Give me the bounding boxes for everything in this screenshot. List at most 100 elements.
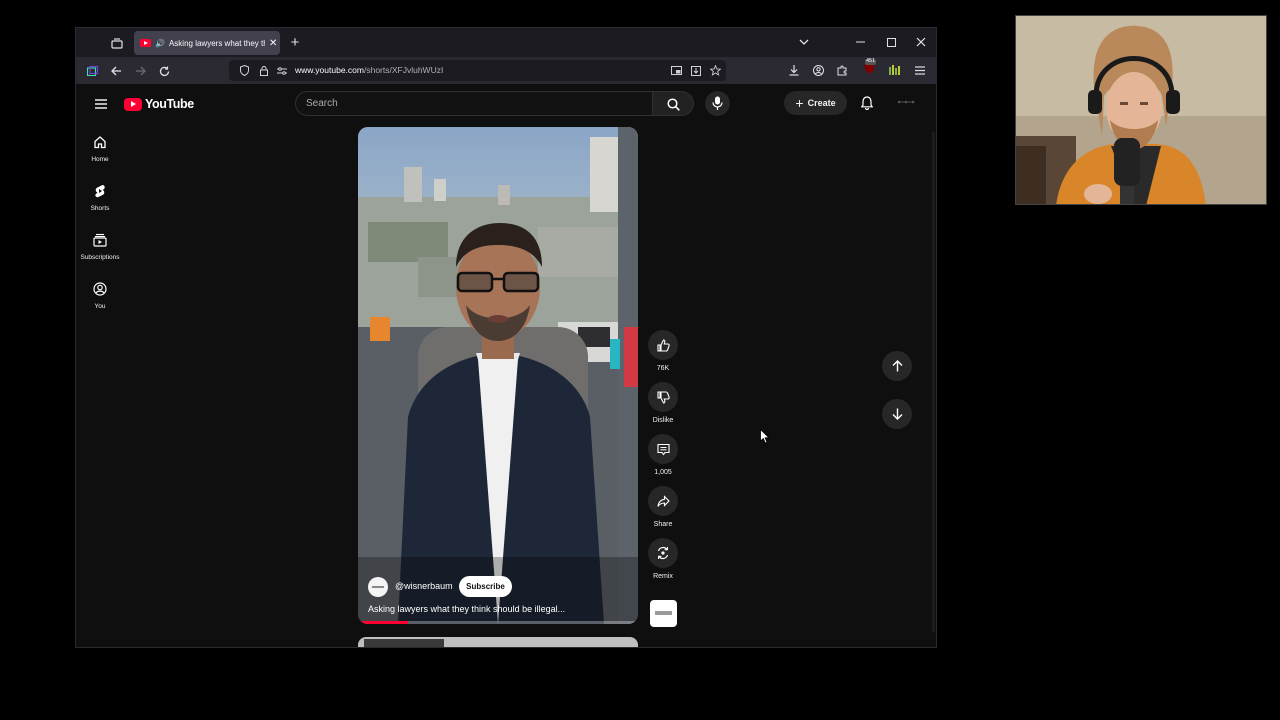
webcam-feed	[1016, 16, 1266, 204]
sound-thumbnail-logo	[655, 611, 672, 615]
like-count: 76K	[656, 365, 670, 372]
comments-action[interactable]: 1,005	[648, 434, 678, 476]
short-video-player[interactable]: @wisnerbaum Subscribe Asking lawyers wha…	[358, 127, 638, 624]
permissions-icon[interactable]	[276, 65, 287, 76]
notifications-bell-icon[interactable]	[860, 95, 874, 110]
thumbs-up-icon	[656, 338, 670, 352]
sidebar-item-you[interactable]: You	[76, 282, 124, 310]
next-short-caption-strip	[364, 639, 444, 647]
picture-in-picture-icon[interactable]	[671, 65, 682, 76]
remix-label: Remix	[653, 573, 673, 580]
channel-handle[interactable]: @wisnerbaum	[395, 581, 453, 591]
close-window-button[interactable]	[913, 34, 929, 50]
webcam-overlay	[1015, 15, 1267, 205]
tab-overview-icon[interactable]	[109, 35, 125, 51]
remix-button[interactable]	[648, 538, 678, 568]
subscribe-button[interactable]: Subscribe	[459, 576, 512, 597]
remix-action[interactable]: Remix	[648, 538, 678, 580]
arrow-down-icon	[892, 408, 902, 420]
share-label: Share	[653, 521, 673, 528]
comments-button[interactable]	[648, 434, 678, 464]
search-input[interactable]: Search	[295, 91, 653, 116]
share-button[interactable]	[648, 486, 678, 516]
voice-search-button[interactable]	[705, 91, 730, 116]
maximize-button[interactable]	[883, 34, 899, 50]
extension-bars-icon[interactable]	[888, 64, 900, 76]
short-title[interactable]: Asking lawyers what they think should be…	[368, 604, 565, 614]
tab-list-chevron-icon[interactable]	[796, 34, 812, 50]
subscriptions-icon	[93, 233, 107, 247]
sidebar-item-subscriptions[interactable]: Subscriptions	[76, 233, 124, 261]
search-placeholder: Search	[306, 98, 338, 109]
url-text[interactable]: www.youtube.com/shorts/XFJvluhWUzI	[295, 65, 443, 75]
minimize-button[interactable]	[852, 34, 868, 50]
home-icon	[94, 136, 106, 149]
tab-active[interactable]: 🔊 Asking lawyers what they th ✕	[134, 31, 280, 55]
extension-badge: 451	[865, 58, 877, 65]
share-action[interactable]: Share	[648, 486, 678, 528]
channel-avatar[interactable]	[368, 577, 388, 597]
previous-short-button[interactable]	[882, 351, 912, 381]
youtube-page: YouTube Search + Create Home Shorts Subs…	[76, 84, 936, 647]
sidebar-item-shorts[interactable]: Shorts	[76, 184, 124, 212]
reload-icon[interactable]	[157, 64, 171, 78]
dislike-button[interactable]	[648, 382, 678, 412]
sidebar-item-label: Subscriptions	[80, 254, 120, 261]
microphone-icon	[712, 96, 723, 110]
bookmark-star-icon[interactable]	[709, 64, 721, 76]
account-icon[interactable]	[812, 64, 824, 76]
search-button[interactable]	[653, 91, 694, 116]
speaker-icon[interactable]: 🔊	[155, 39, 165, 48]
navigation-bar: www.youtube.com/shorts/XFJvluhWUzI 451	[76, 57, 936, 84]
forward-arrow-icon[interactable]	[133, 64, 147, 78]
comment-icon	[656, 443, 670, 455]
page-scrollbar[interactable]	[932, 132, 935, 632]
thumbs-down-icon	[656, 390, 670, 404]
tab-bar: 🔊 Asking lawyers what they th ✕ +	[76, 28, 936, 57]
avatar-loading-icon[interactable]	[896, 97, 916, 107]
extensions-puzzle-icon[interactable]	[836, 64, 848, 76]
arrow-up-icon	[892, 360, 902, 372]
app-menu-icon[interactable]	[914, 64, 926, 76]
mouse-cursor-icon	[760, 429, 770, 444]
sidebar-item-home[interactable]: Home	[76, 135, 124, 163]
tab-title: Asking lawyers what they th	[168, 38, 265, 48]
container-tab-icon[interactable]	[86, 65, 98, 77]
youtube-logo-icon	[124, 97, 142, 111]
like-action[interactable]: 76K	[648, 330, 678, 372]
search-icon	[667, 98, 680, 111]
like-button[interactable]	[648, 330, 678, 360]
sidebar-item-label: Home	[91, 156, 109, 163]
plus-icon: +	[795, 95, 804, 111]
url-path: /shorts/XFJvluhWUzI	[363, 65, 444, 75]
url-domain: www.youtube.com	[295, 65, 364, 75]
sidebar-item-label: Shorts	[90, 205, 110, 212]
video-frame	[358, 127, 638, 624]
shorts-icon	[95, 185, 105, 198]
new-tab-button[interactable]: +	[287, 34, 303, 51]
comment-count: 1,005	[654, 469, 672, 476]
share-arrow-icon	[656, 494, 670, 507]
back-arrow-icon[interactable]	[109, 64, 123, 78]
lock-icon[interactable]	[258, 65, 269, 76]
next-short-preview[interactable]	[358, 637, 638, 647]
you-icon	[93, 282, 107, 296]
url-bar[interactable]: www.youtube.com/shorts/XFJvluhWUzI	[229, 60, 726, 81]
next-short-button[interactable]	[882, 399, 912, 429]
sound-thumbnail[interactable]	[650, 600, 677, 627]
browser-window: 🔊 Asking lawyers what they th ✕ + www.yo…	[75, 27, 937, 648]
youtube-favicon-icon	[140, 39, 151, 47]
shield-icon[interactable]	[239, 65, 250, 76]
youtube-logo-text: YouTube	[145, 97, 194, 111]
progress-track[interactable]	[358, 621, 638, 624]
create-button[interactable]: + Create	[784, 91, 847, 115]
remix-icon	[657, 546, 669, 560]
reader-save-icon[interactable]	[690, 65, 701, 76]
sidebar-item-label: You	[94, 303, 106, 310]
hamburger-menu-icon[interactable]	[93, 96, 108, 111]
downloads-icon[interactable]	[788, 64, 800, 76]
dislike-action[interactable]: Dislike	[648, 382, 678, 424]
youtube-logo[interactable]: YouTube	[124, 97, 194, 111]
tab-close-icon[interactable]: ✕	[269, 38, 277, 49]
ublock-shield-icon[interactable]: 451	[862, 58, 877, 75]
